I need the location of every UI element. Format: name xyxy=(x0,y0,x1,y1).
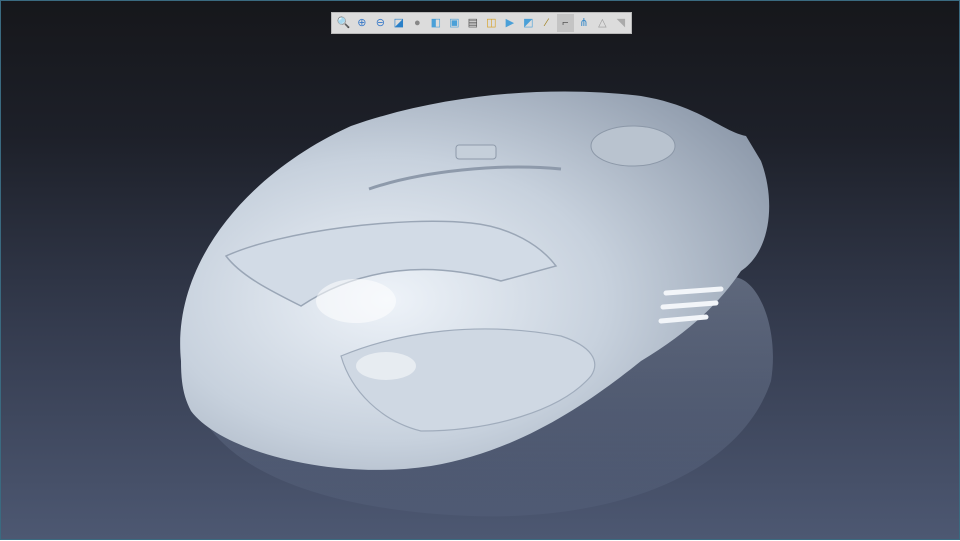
view-toolbar: 🔍 ⊕ ⊖ ◪ ● ◧ ▣ ▤ ◫ ▶ ◩ ⁄ ⌐ ⋔ △ ◥ xyxy=(331,12,632,34)
zoom-in-icon: ⊕ xyxy=(357,16,367,29)
zoom-out-button[interactable]: ⊖ xyxy=(372,14,389,32)
view-mode-button[interactable]: ▣ xyxy=(446,14,463,32)
multi-view-button[interactable]: ◫ xyxy=(483,14,500,32)
3d-viewport[interactable]: 🔍 ⊕ ⊖ ◪ ● ◧ ▣ ▤ ◫ ▶ ◩ ⁄ ⌐ ⋔ △ ◥ xyxy=(0,0,960,540)
isometric-view-button[interactable]: ◧ xyxy=(428,14,445,32)
scroll-wheel xyxy=(590,125,676,167)
warning-button[interactable]: △ xyxy=(594,14,611,32)
fit-all-icon: 🔍 xyxy=(336,16,351,29)
annotation-button[interactable]: ⌐ xyxy=(557,14,574,32)
hide-show-icon: ▶ xyxy=(505,16,515,29)
fit-all-button[interactable]: 🔍 xyxy=(335,14,352,32)
highlight xyxy=(316,279,396,323)
capture-icon: ▤ xyxy=(467,16,479,29)
mouse-3d-model xyxy=(180,91,773,517)
swap-visible-space-icon: ◩ xyxy=(523,16,534,29)
multi-view-icon: ◫ xyxy=(486,16,497,29)
disabled-tool-icon: ◥ xyxy=(616,16,626,29)
zoom-out-icon: ⊖ xyxy=(375,16,385,29)
measure-button[interactable]: ⁄ xyxy=(539,14,556,32)
swap-visible-space-button[interactable]: ◩ xyxy=(520,14,537,32)
graph-icon: ⋔ xyxy=(579,16,589,29)
hide-show-button[interactable]: ▶ xyxy=(502,14,519,32)
normal-view-icon: ◪ xyxy=(393,16,405,29)
zoom-in-button[interactable]: ⊕ xyxy=(354,14,371,32)
shading-icon: ● xyxy=(414,16,421,29)
graph-button[interactable]: ⋔ xyxy=(576,14,593,32)
isometric-view-icon: ◧ xyxy=(430,16,442,29)
highlight xyxy=(356,352,416,380)
measure-icon: ⁄ xyxy=(545,16,548,29)
shading-button[interactable]: ● xyxy=(409,14,426,32)
dpi-button xyxy=(455,144,497,160)
normal-view-button[interactable]: ◪ xyxy=(391,14,408,32)
annotation-icon: ⌐ xyxy=(562,16,569,29)
view-mode-icon: ▣ xyxy=(449,16,460,29)
disabled-tool-button[interactable]: ◥ xyxy=(613,14,630,32)
capture-button[interactable]: ▤ xyxy=(465,14,482,32)
warning-icon: △ xyxy=(598,16,607,29)
